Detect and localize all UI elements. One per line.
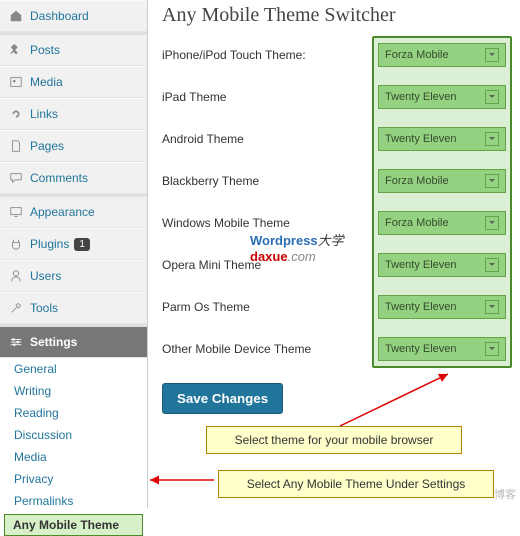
comment-icon — [8, 170, 24, 186]
theme-select[interactable]: Forza Mobile — [378, 211, 506, 235]
theme-select[interactable]: Twenty Eleven — [378, 295, 506, 319]
select-value: Twenty Eleven — [385, 259, 457, 271]
chevron-down-icon — [485, 258, 499, 272]
theme-label: Other Mobile Device Theme — [162, 342, 311, 356]
label: Links — [30, 107, 58, 121]
sub-writing[interactable]: Writing — [0, 380, 147, 402]
theme-row: iPad Theme Twenty Eleven — [162, 85, 506, 109]
theme-select[interactable]: Twenty Eleven — [378, 127, 506, 151]
theme-row: Other Mobile Device Theme Twenty Eleven — [162, 337, 506, 361]
link-icon — [8, 106, 24, 122]
theme-select[interactable]: Forza Mobile — [378, 43, 506, 67]
label: Comments — [30, 171, 88, 185]
theme-select[interactable]: Forza Mobile — [378, 169, 506, 193]
callout-under-settings: Select Any Mobile Theme Under Settings — [218, 470, 494, 498]
tools-icon — [8, 300, 24, 316]
select-value: Forza Mobile — [385, 49, 449, 61]
label: Pages — [30, 139, 64, 153]
theme-label: Parm Os Theme — [162, 300, 250, 314]
label: Posts — [30, 43, 60, 57]
settings-submenu: General Writing Reading Discussion Media… — [0, 358, 147, 536]
label: Tools — [30, 301, 58, 315]
theme-select[interactable]: Twenty Eleven — [378, 253, 506, 277]
label: Plugins — [30, 237, 69, 251]
theme-label: iPhone/iPod Touch Theme: — [162, 48, 306, 62]
plugins-badge: 1 — [74, 238, 90, 251]
select-value: Forza Mobile — [385, 175, 449, 187]
theme-label: Blackberry Theme — [162, 174, 259, 188]
page-title: Any Mobile Theme Switcher — [162, 4, 506, 27]
admin-sidebar: Dashboard Posts Media Links Pages Commen… — [0, 0, 148, 508]
settings-icon — [8, 334, 24, 350]
sub-any-mobile-theme[interactable]: Any Mobile Theme — [4, 514, 143, 536]
home-icon — [8, 8, 24, 24]
theme-label: Windows Mobile Theme — [162, 216, 290, 230]
theme-select[interactable]: Twenty Eleven — [378, 85, 506, 109]
select-value: Twenty Eleven — [385, 343, 457, 355]
chevron-down-icon — [485, 132, 499, 146]
select-value: Twenty Eleven — [385, 133, 457, 145]
label: Media — [30, 75, 63, 89]
sub-reading[interactable]: Reading — [0, 402, 147, 424]
sidebar-item-users[interactable]: Users — [0, 260, 147, 292]
select-value: Twenty Eleven — [385, 91, 457, 103]
theme-row: Android Theme Twenty Eleven — [162, 127, 506, 151]
theme-row: Windows Mobile Theme Forza Mobile — [162, 211, 506, 235]
sidebar-item-media[interactable]: Media — [0, 66, 147, 98]
theme-row: Parm Os Theme Twenty Eleven — [162, 295, 506, 319]
sidebar-item-settings[interactable]: Settings — [0, 324, 147, 358]
callout-select-theme: Select theme for your mobile browser — [206, 426, 462, 454]
theme-row: Blackberry Theme Forza Mobile — [162, 169, 506, 193]
sidebar-item-tools[interactable]: Tools — [0, 292, 147, 324]
sub-discussion[interactable]: Discussion — [0, 424, 147, 446]
users-icon — [8, 268, 24, 284]
label: Appearance — [30, 205, 95, 219]
page-icon — [8, 138, 24, 154]
sidebar-item-comments[interactable]: Comments — [0, 162, 147, 194]
theme-row: iPhone/iPod Touch Theme: Forza Mobile — [162, 43, 506, 67]
theme-label: Opera Mini Theme — [162, 258, 261, 272]
chevron-down-icon — [485, 90, 499, 104]
theme-row: Opera Mini Theme Twenty Eleven — [162, 253, 506, 277]
sidebar-item-dashboard[interactable]: Dashboard — [0, 0, 147, 32]
sidebar-item-pages[interactable]: Pages — [0, 130, 147, 162]
label: Settings — [30, 335, 77, 349]
chevron-down-icon — [485, 342, 499, 356]
select-value: Forza Mobile — [385, 217, 449, 229]
label: Users — [30, 269, 61, 283]
theme-select[interactable]: Twenty Eleven — [378, 337, 506, 361]
sidebar-item-posts[interactable]: Posts — [0, 32, 147, 66]
sub-privacy[interactable]: Privacy — [0, 468, 147, 490]
sidebar-item-links[interactable]: Links — [0, 98, 147, 130]
save-changes-button[interactable]: Save Changes — [162, 383, 283, 414]
sidebar-item-appearance[interactable]: Appearance — [0, 194, 147, 228]
sub-general[interactable]: General — [0, 358, 147, 380]
pin-icon — [8, 42, 24, 58]
theme-label: iPad Theme — [162, 90, 226, 104]
chevron-down-icon — [485, 174, 499, 188]
theme-label: Android Theme — [162, 132, 244, 146]
appearance-icon — [8, 204, 24, 220]
label: Dashboard — [30, 9, 89, 23]
select-value: Twenty Eleven — [385, 301, 457, 313]
chevron-down-icon — [485, 48, 499, 62]
sub-permalinks[interactable]: Permalinks — [0, 490, 147, 512]
plugin-icon — [8, 236, 24, 252]
sub-media[interactable]: Media — [0, 446, 147, 468]
footer-tag: 博客 — [494, 486, 516, 502]
media-icon — [8, 74, 24, 90]
sidebar-item-plugins[interactable]: Plugins 1 — [0, 228, 147, 260]
chevron-down-icon — [485, 300, 499, 314]
chevron-down-icon — [485, 216, 499, 230]
